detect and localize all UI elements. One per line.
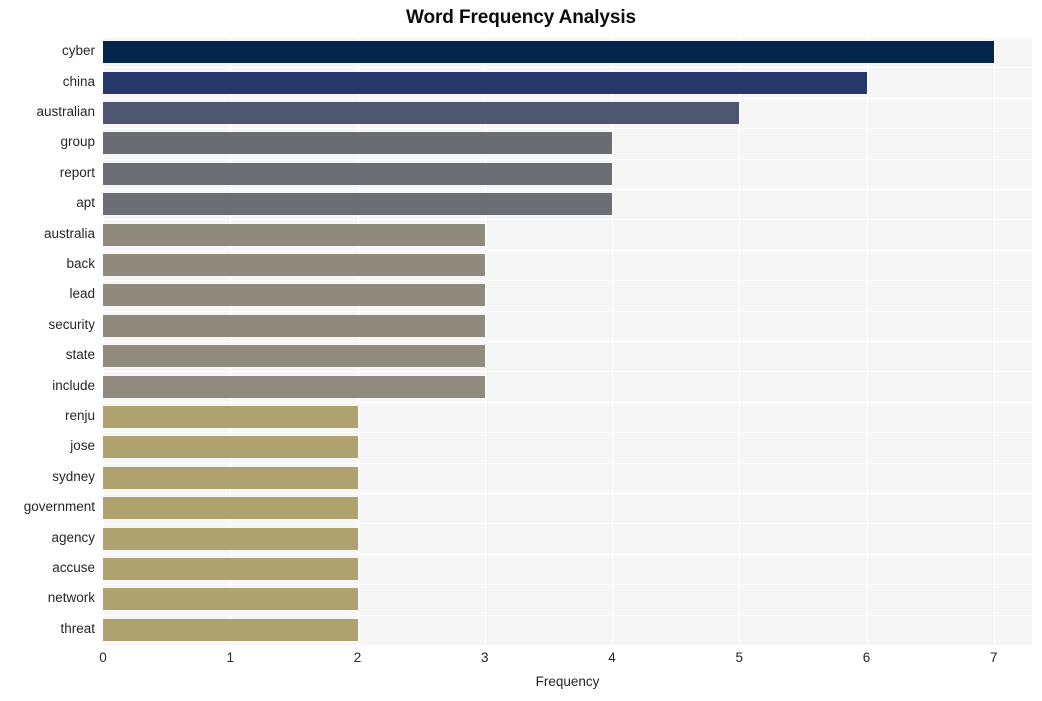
x-tick-label: 2: [353, 650, 362, 665]
x-tick-label: 5: [735, 650, 744, 665]
x-tick-label: 3: [481, 650, 489, 665]
x-axis-tick-labels: 0 1 2 3 4 5 6 7: [99, 650, 1032, 672]
bar: [103, 558, 358, 580]
y-tick-label: cyber: [61, 43, 95, 59]
bar: [103, 41, 994, 64]
gridline-horizontal: [103, 371, 1032, 372]
bar: [103, 102, 740, 124]
x-tick-label: 7: [990, 650, 998, 665]
bar: [103, 436, 358, 459]
gridline-horizontal: [103, 128, 1032, 129]
gridline-horizontal: [103, 311, 1032, 312]
gridline-horizontal: [103, 554, 1032, 555]
bar: [103, 162, 613, 185]
y-tick-label: apt: [76, 195, 95, 211]
gridline-horizontal: [103, 584, 1032, 585]
y-tick-label: threat: [60, 620, 95, 636]
gridline-horizontal: [103, 463, 1032, 464]
x-tick-label: 1: [226, 650, 235, 665]
y-axis-tick-labels: cyber china australian group report apt austra…: [0, 37, 95, 645]
gridline-horizontal: [103, 159, 1032, 160]
bar: [103, 497, 358, 520]
y-tick-label: include: [52, 377, 95, 393]
gridline-horizontal: [103, 432, 1032, 433]
bar: [103, 284, 485, 307]
bar: [103, 314, 485, 337]
y-tick-label: lead: [69, 286, 95, 302]
y-tick-label: back: [66, 256, 95, 271]
bar: [103, 527, 358, 550]
y-tick-label: jose: [70, 438, 95, 454]
gridline-horizontal: [103, 341, 1032, 342]
gridline-horizontal: [103, 189, 1032, 190]
y-tick-label: accuse: [52, 560, 95, 575]
y-tick-label: security: [48, 316, 95, 332]
x-tick-label: 6: [862, 650, 871, 665]
plot-area: [103, 37, 1032, 645]
gridline-horizontal: [103, 37, 1032, 38]
y-tick-label: network: [47, 590, 95, 606]
y-tick-label: agency: [51, 529, 95, 545]
bar: [103, 345, 485, 368]
y-tick-label: renju: [64, 408, 95, 423]
bar: [103, 588, 358, 611]
bar: [103, 254, 485, 276]
bar: [103, 193, 613, 216]
y-tick-label: china: [62, 73, 95, 89]
y-tick-label: group: [60, 134, 95, 150]
bar: [103, 466, 358, 489]
y-tick-label: sydney: [52, 468, 95, 484]
bar: [103, 375, 485, 398]
y-tick-label: australian: [36, 104, 95, 119]
bar: [103, 71, 867, 94]
bar: [103, 132, 613, 155]
y-tick-label: state: [65, 347, 95, 363]
gridline-horizontal: [103, 523, 1032, 524]
gridline-horizontal: [103, 493, 1032, 494]
gridline-horizontal: [103, 250, 1032, 251]
y-tick-label: government: [23, 499, 95, 515]
gridline-horizontal: [103, 615, 1032, 616]
gridline-horizontal: [103, 402, 1032, 403]
y-tick-label: report: [59, 164, 95, 180]
x-tick-label: 0: [99, 650, 107, 665]
chart-figure: Word Frequency Analysis cyber china austra…: [0, 0, 1042, 701]
gridline-horizontal: [103, 280, 1032, 281]
y-tick-label: australia: [43, 225, 95, 241]
gridline-horizontal: [103, 67, 1032, 68]
gridline-horizontal: [103, 98, 1032, 99]
x-axis-title: Frequency: [535, 674, 600, 689]
bar: [103, 618, 358, 641]
gridline-horizontal: [103, 219, 1032, 220]
chart-title: Word Frequency Analysis: [406, 7, 636, 28]
bar: [103, 406, 358, 428]
bar: [103, 223, 485, 246]
x-tick-label: 4: [608, 650, 616, 665]
